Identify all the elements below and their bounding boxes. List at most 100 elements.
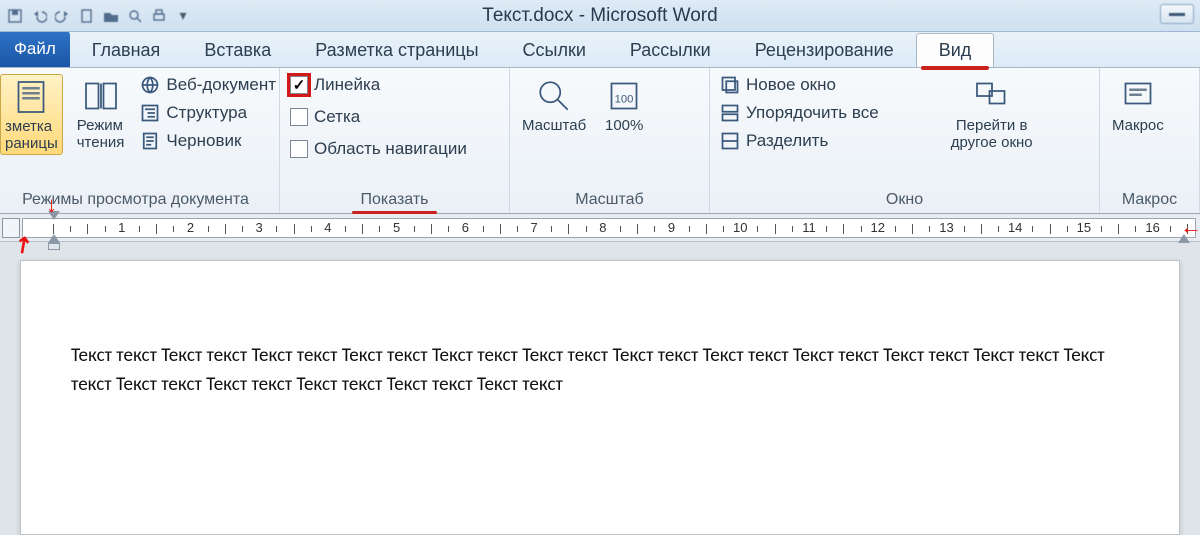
body-text[interactable]: Текст текст Текст текст Текст текст Текс… (71, 341, 1149, 400)
zoom-100-label: 100% (605, 118, 643, 135)
group-show: Линейка Сетка Область навигации Показать (280, 68, 510, 213)
ruler-tick (843, 224, 844, 234)
open-icon[interactable] (100, 5, 122, 27)
ruler-tick (1032, 226, 1033, 232)
ruler-tick (225, 224, 226, 234)
outline-icon (140, 103, 160, 123)
page-layout-icon (11, 77, 51, 117)
view-web-label: Веб-документ (166, 75, 276, 95)
switch-window[interactable]: Перейти в другое окно (947, 74, 1037, 153)
quick-access-toolbar: ▾ (0, 5, 194, 27)
ruler-number: 12 (870, 220, 884, 235)
ruler-tick (311, 226, 312, 232)
group-window-label: Окно (718, 189, 1091, 213)
document-area: Текст текст Текст текст Текст текст Текс… (0, 242, 1200, 535)
arrange-all[interactable]: Упорядочить все (718, 102, 881, 124)
ruler-tick (1050, 224, 1051, 234)
tab-mail[interactable]: Рассылки (608, 34, 733, 67)
split-icon (720, 131, 740, 151)
ruler-number: 10 (733, 220, 747, 235)
ruler-tick (242, 226, 243, 232)
ruler-tick (861, 226, 862, 232)
switch-window-label: Перейти в другое окно (951, 118, 1033, 151)
ruler-number: 15 (1077, 220, 1091, 235)
macros-icon (1118, 76, 1158, 116)
minimize-button[interactable] (1160, 4, 1194, 24)
tab-review[interactable]: Рецензирование (733, 34, 916, 67)
macros-button[interactable]: Макрос (1108, 74, 1168, 137)
tab-layout[interactable]: Разметка страницы (293, 34, 500, 67)
check-nav-label: Область навигации (314, 139, 467, 159)
view-reading-label: Режим чтения (77, 118, 125, 151)
view-outline[interactable]: Структура (138, 102, 278, 124)
ruler-number: 7 (530, 220, 537, 235)
ruler-tick (1101, 226, 1102, 232)
preview-icon[interactable] (124, 5, 146, 27)
ruler-tick (1135, 226, 1136, 232)
tab-refs[interactable]: Ссылки (501, 34, 608, 67)
file-tab[interactable]: Файл (0, 31, 70, 67)
svg-text:100: 100 (615, 93, 634, 105)
annotation-arrow-left-icon: ← (1180, 214, 1200, 240)
print-icon[interactable] (148, 5, 170, 27)
undo-icon[interactable] (28, 5, 50, 27)
ruler-tick (173, 226, 174, 232)
zoom-icon (534, 76, 574, 116)
ribbon-view: зметка раницы Режим чтения Веб-документ … (0, 68, 1200, 214)
view-page-layout[interactable]: зметка раницы (0, 74, 63, 155)
new-window-label: Новое окно (746, 75, 836, 95)
checkbox-nav[interactable] (290, 140, 308, 158)
ruler-tick (1118, 224, 1119, 234)
zoom-button[interactable]: Масштаб (518, 74, 590, 137)
view-reading[interactable]: Режим чтения (73, 74, 129, 153)
group-show-label: Показать (288, 189, 501, 213)
new-window[interactable]: Новое окно (718, 74, 881, 96)
horizontal-ruler[interactable]: 12345678910111213141516 (22, 218, 1196, 238)
group-macros-label: Макрос (1108, 189, 1191, 213)
tab-view[interactable]: Вид (916, 33, 995, 67)
arrange-label: Упорядочить все (746, 103, 879, 123)
ruler-tick (775, 224, 776, 234)
new-icon[interactable] (76, 5, 98, 27)
ruler-number: 6 (462, 220, 469, 235)
ruler-tick (1170, 226, 1171, 232)
ruler-tick (87, 224, 88, 234)
ruler-tick (620, 226, 621, 232)
qat-more-icon[interactable]: ▾ (172, 5, 194, 27)
ruler-tick (483, 226, 484, 232)
ruler-number: 2 (187, 220, 194, 235)
zoom-100[interactable]: 100 100% (600, 74, 648, 137)
view-draft-label: Черновик (166, 131, 241, 151)
split-label: Разделить (746, 131, 828, 151)
ruler-tick (294, 224, 295, 234)
hanging-indent[interactable] (48, 234, 60, 243)
ruler-number: 11 (802, 220, 816, 235)
tab-home[interactable]: Главная (70, 34, 183, 67)
check-ruler[interactable]: Линейка (288, 74, 469, 96)
left-indent[interactable] (48, 243, 60, 250)
save-icon[interactable] (4, 5, 26, 27)
macros-label: Макрос (1112, 118, 1164, 135)
checkbox-ruler[interactable] (290, 76, 308, 94)
redo-icon[interactable] (52, 5, 74, 27)
ruler-tick (156, 224, 157, 234)
ruler-number: 5 (393, 220, 400, 235)
view-draft[interactable]: Черновик (138, 130, 278, 152)
ruler-tick (912, 224, 913, 234)
ruler-tick (431, 224, 432, 234)
zoom-label: Масштаб (522, 118, 586, 135)
ruler-number: 16 (1145, 220, 1159, 235)
tab-insert[interactable]: Вставка (182, 34, 293, 67)
check-grid[interactable]: Сетка (288, 106, 469, 128)
check-nav[interactable]: Область навигации (288, 138, 469, 160)
ruler-tick (757, 226, 758, 232)
group-zoom-label: Масштаб (518, 189, 701, 213)
page[interactable]: Текст текст Текст текст Текст текст Текс… (20, 260, 1180, 535)
split-window[interactable]: Разделить (718, 130, 881, 152)
ruler-tick (689, 226, 690, 232)
ruler-tick (654, 226, 655, 232)
group-views: зметка раницы Режим чтения Веб-документ … (0, 68, 280, 213)
checkbox-grid[interactable] (290, 108, 308, 126)
view-web[interactable]: Веб-документ (138, 74, 278, 96)
ruler-tick (414, 226, 415, 232)
